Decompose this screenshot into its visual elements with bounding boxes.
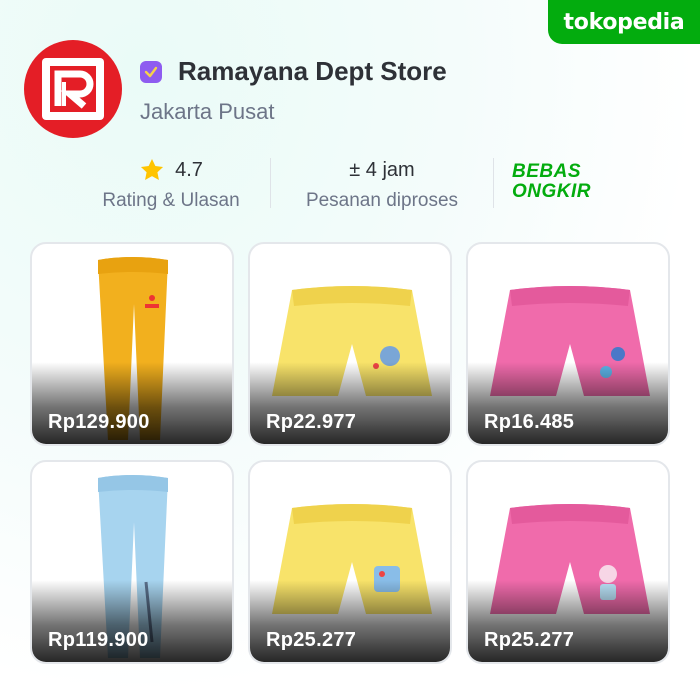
stat-divider xyxy=(270,158,271,208)
product-price: Rp22.977 xyxy=(266,411,357,433)
free-shipping-badge: BEBAS ONGKIR xyxy=(512,162,591,202)
processing-time-label: Pesanan diproses xyxy=(305,190,459,211)
stat-rating[interactable]: 4.7 Rating & Ulasan xyxy=(96,156,246,212)
rating-label: Rating & Ulasan xyxy=(102,190,240,211)
free-shipping-line1: BEBAS xyxy=(512,161,582,182)
brand-name: tokopedia xyxy=(563,9,685,35)
stat-divider xyxy=(493,158,494,208)
free-shipping-line2: ONGKIR xyxy=(512,181,591,202)
product-price: Rp129.900 xyxy=(48,411,150,433)
processing-time-value: ± 4 jam xyxy=(349,158,415,181)
product-price: Rp25.277 xyxy=(266,629,357,651)
store-location: Jakarta Pusat xyxy=(140,99,275,124)
star-icon xyxy=(141,158,164,180)
product-card[interactable]: Rp129.900 xyxy=(30,242,234,446)
product-price: Rp25.277 xyxy=(484,629,575,651)
store-header: Ramayana Dept Store Jakarta Pusat xyxy=(140,56,447,125)
tokopedia-brand-tab[interactable]: tokopedia xyxy=(548,0,700,44)
product-card[interactable]: Rp119.900 xyxy=(30,460,234,664)
rating-value: 4.7 xyxy=(175,158,203,181)
product-card[interactable]: Rp16.485 xyxy=(466,242,670,446)
store-name[interactable]: Ramayana Dept Store xyxy=(178,56,447,87)
product-card[interactable]: Rp25.277 xyxy=(248,460,452,664)
product-price: Rp16.485 xyxy=(484,411,575,433)
store-stats: 4.7 Rating & Ulasan ± 4 jam Pesanan dipr… xyxy=(0,156,700,216)
official-store-badge-icon xyxy=(140,60,162,83)
ramayana-logo-icon xyxy=(42,58,104,120)
store-logo[interactable] xyxy=(24,40,122,138)
product-card[interactable]: Rp25.277 xyxy=(466,460,670,664)
stat-processing-time: ± 4 jam Pesanan diproses xyxy=(296,156,468,212)
product-card[interactable]: Rp22.977 xyxy=(248,242,452,446)
product-price: Rp119.900 xyxy=(48,629,149,651)
